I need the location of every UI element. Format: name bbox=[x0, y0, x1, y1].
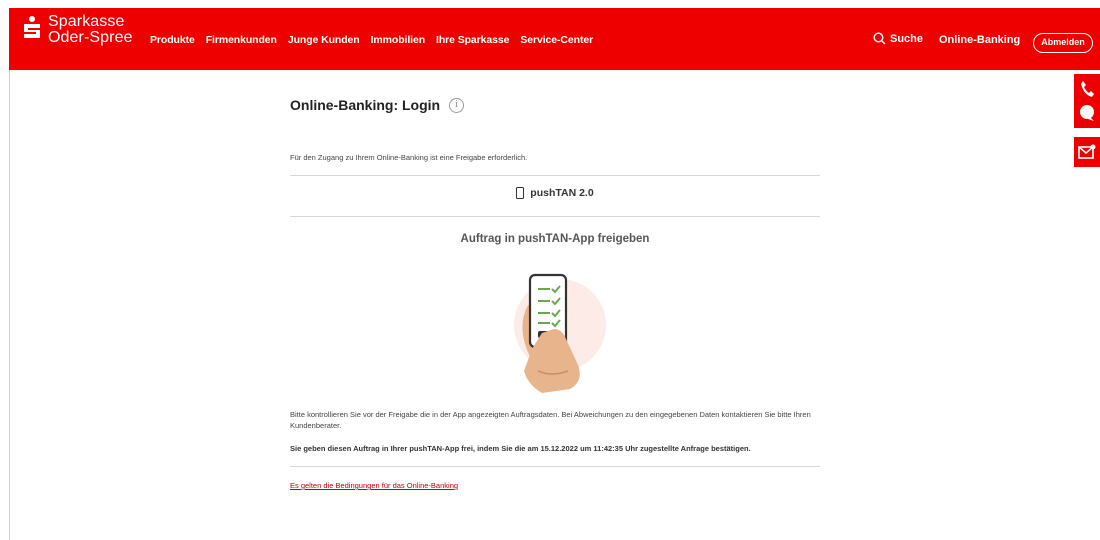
mail-side-button[interactable] bbox=[1074, 137, 1100, 167]
phone-approval-illustration: OK bbox=[498, 267, 618, 397]
online-banking-link[interactable]: Online-Banking bbox=[939, 34, 1020, 46]
mail-icon bbox=[1078, 144, 1096, 159]
brand-name: Sparkasse Oder-Spree bbox=[48, 14, 133, 46]
logout-button[interactable]: Abmelden bbox=[1033, 33, 1093, 53]
page-title: Online-Banking: Login bbox=[290, 97, 441, 113]
left-border bbox=[9, 70, 10, 540]
chat-icon bbox=[1080, 105, 1094, 121]
divider bbox=[290, 175, 820, 176]
tan-method-label: pushTAN 2.0 bbox=[530, 187, 594, 199]
nav-ihre-sparkasse[interactable]: Ihre Sparkasse bbox=[436, 34, 509, 46]
brand-logo[interactable]: Sparkasse Oder-Spree bbox=[22, 14, 133, 46]
info-icon[interactable]: i bbox=[449, 97, 465, 113]
phone-icon bbox=[1081, 81, 1094, 97]
sparkasse-logo-icon bbox=[22, 16, 42, 40]
title-row: Online-Banking: Login i bbox=[290, 97, 820, 113]
search-button[interactable]: Suche bbox=[873, 32, 923, 45]
contact-side-button[interactable] bbox=[1074, 74, 1100, 128]
brand-line1: Sparkasse bbox=[48, 13, 125, 30]
instruction-heading: Auftrag in pushTAN-App freigeben bbox=[460, 233, 650, 245]
nav-firmenkunden[interactable]: Firmenkunden bbox=[206, 34, 277, 46]
release-info-text: Sie geben diesen Auftrag in Ihrer pushTA… bbox=[290, 444, 751, 453]
login-panel: Online-Banking: Login i Für den Zugang z… bbox=[290, 97, 820, 490]
smartphone-icon bbox=[516, 187, 525, 199]
nav-immobilien[interactable]: Immobilien bbox=[371, 34, 426, 46]
search-label: Suche bbox=[890, 32, 924, 45]
search-icon bbox=[873, 32, 886, 45]
main-nav: Produkte Firmenkunden Junge Kunden Immob… bbox=[150, 34, 604, 46]
brand-line2: Oder-Spree bbox=[48, 29, 133, 46]
check-instruction-text: Bitte kontrollieren Sie vor der Freigabe… bbox=[290, 410, 811, 430]
intro-text: Für den Zugang zu Ihrem Online-Banking i… bbox=[290, 153, 528, 162]
nav-produkte[interactable]: Produkte bbox=[150, 34, 195, 46]
site-header: Sparkasse Oder-Spree Produkte Firmenkund… bbox=[9, 8, 1100, 70]
conditions-link[interactable]: Es gelten die Bedingungen für das Online… bbox=[290, 481, 458, 490]
nav-service-center[interactable]: Service-Center bbox=[520, 34, 593, 46]
nav-junge-kunden[interactable]: Junge Kunden bbox=[288, 34, 360, 46]
tan-method: pushTAN 2.0 bbox=[290, 187, 820, 199]
divider bbox=[290, 466, 820, 467]
divider bbox=[290, 216, 820, 217]
